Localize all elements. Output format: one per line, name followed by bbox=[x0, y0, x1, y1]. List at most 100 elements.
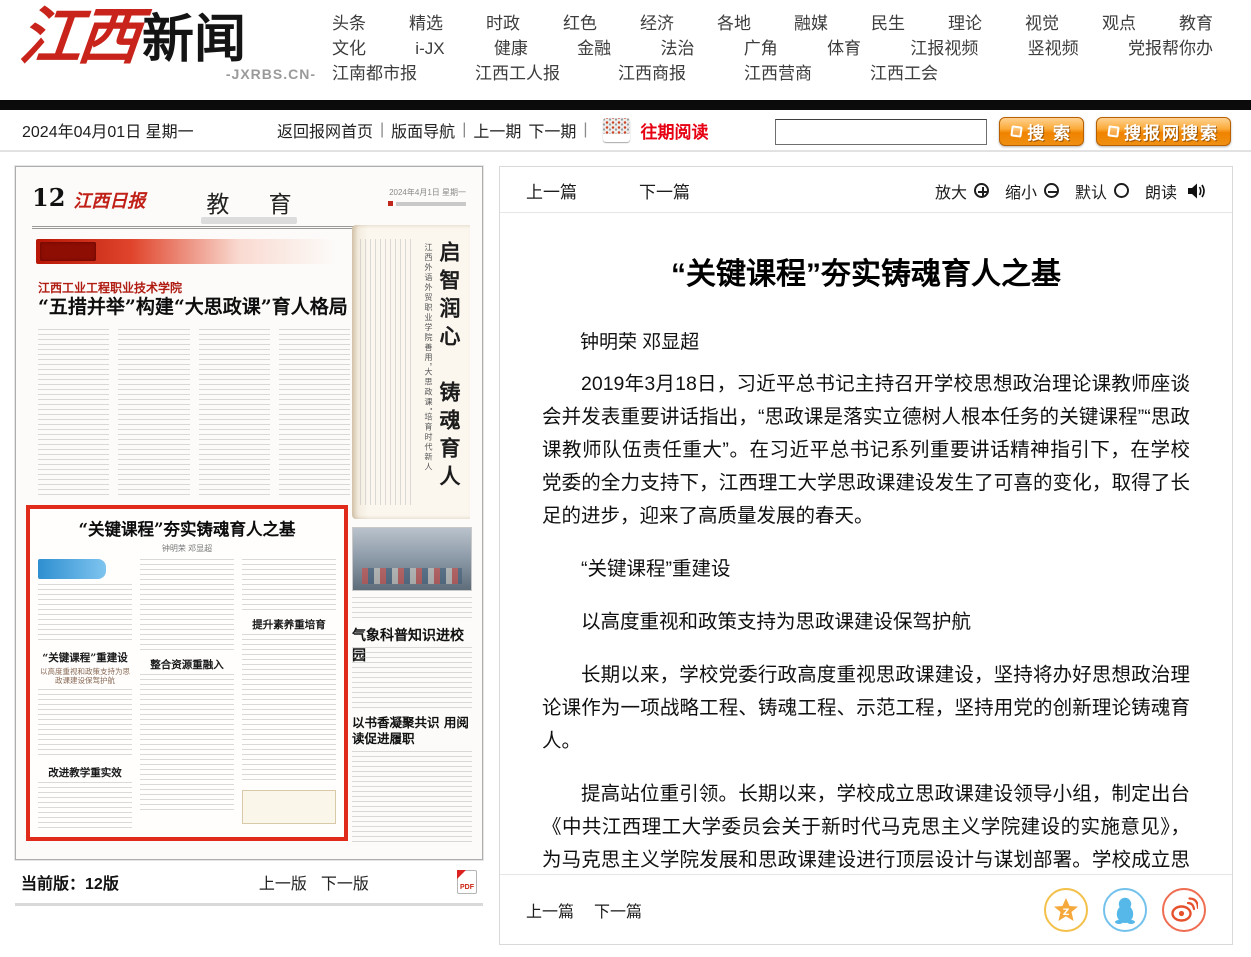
highlight-article-title: “关键课程”夯实铸魂育人之基 bbox=[38, 516, 336, 540]
mail-dot-icon bbox=[388, 201, 393, 206]
nav-item-jingxuan[interactable]: 精选 bbox=[409, 12, 443, 36]
paper-text-placeholder bbox=[352, 647, 472, 709]
paper-right-headline-2: 以书香凝聚共识 用阅读促进履职 bbox=[352, 715, 474, 747]
paper-text-placeholder bbox=[242, 559, 336, 611]
speaker-icon[interactable] bbox=[1187, 182, 1206, 200]
zoom-default-label: 默认 bbox=[1075, 179, 1107, 203]
nav-item-tiyu[interactable]: 体育 bbox=[827, 37, 861, 61]
paper-footer-bar: 当前版： 12版 上一版 下一版 PDF bbox=[15, 870, 483, 894]
article-paragraph-3: 以高度重视和政策支持为思政课建设保驾护航 bbox=[542, 606, 1190, 639]
layout-nav-link[interactable]: 版面导航 bbox=[391, 118, 455, 142]
site-header: 江西 新闻 -JXRBS.CN- 头条 精选 时政 红色 经济 各地 融媒 民生… bbox=[0, 0, 1251, 100]
search-button-label: 搜 索 bbox=[1027, 119, 1072, 144]
paper-date-text: 2024年4月1日 星期一 bbox=[388, 187, 466, 198]
zoom-default-icon[interactable] bbox=[1114, 183, 1129, 198]
nav-item-jiangxi-yingshang[interactable]: 江西营商 bbox=[744, 62, 812, 86]
reader-toolbar: 上一篇 下一篇 放大 缩小 默认 朗读 bbox=[500, 167, 1232, 213]
nav-item-wenhua[interactable]: 文化 bbox=[332, 37, 366, 61]
reader-footer: 上一篇 下一篇 Z bbox=[500, 874, 1232, 944]
zoom-out-icon[interactable] bbox=[1044, 183, 1059, 198]
nav-item-jiangxi-gongrenbao[interactable]: 江西工人报 bbox=[475, 62, 560, 86]
nav-item-jiangbao-video[interactable]: 江报视频 bbox=[910, 37, 978, 61]
nav-item-jiangxi-gonghui[interactable]: 江西工会 bbox=[870, 62, 938, 86]
current-page-label: 当前版： bbox=[21, 870, 85, 894]
nav-item-jiaoyu[interactable]: 教育 bbox=[1179, 12, 1213, 36]
highlight-col-2: 整合资源重融入 bbox=[140, 559, 234, 831]
nav-item-shizheng[interactable]: 时政 bbox=[486, 12, 520, 36]
paper-footer-divider bbox=[15, 903, 483, 906]
nav-item-hongse[interactable]: 红色 bbox=[563, 12, 597, 36]
prev-issue-link[interactable]: 上一期 bbox=[473, 118, 521, 142]
paper-dateline: 2024年4月1日 星期一 bbox=[388, 187, 466, 209]
pdf-download-icon[interactable]: PDF bbox=[457, 870, 477, 894]
issue-links: 返回报网首页 | 版面导航 | 上一期 下一期 | 往期阅读 bbox=[277, 118, 709, 143]
paper-page-number: 12 bbox=[32, 183, 65, 212]
share-qq-button[interactable] bbox=[1103, 888, 1147, 932]
nav-item-lilun[interactable]: 理论 bbox=[948, 12, 982, 36]
paper-red-banner bbox=[36, 239, 336, 264]
share-weibo-button[interactable] bbox=[1162, 888, 1206, 932]
archive-reading-link[interactable]: 往期阅读 bbox=[641, 118, 709, 143]
nav-item-gedi[interactable]: 各地 bbox=[717, 12, 751, 36]
nav-item-jinrong[interactable]: 金融 bbox=[577, 37, 611, 61]
header-divider-bar bbox=[0, 100, 1251, 110]
article-paragraph-2: “关键课程”重建设 bbox=[542, 553, 1190, 586]
newspaper-page-image[interactable]: 12 江西日报 教 育 2024年4月1日 星期一 江西工业工程职业技术学院 “… bbox=[15, 166, 483, 860]
highlighted-article-region[interactable]: “关键课程”夯实铸魂育人之基 钟明荣 邓显超 “关键课程”重建设 以高度重视和政… bbox=[26, 505, 348, 841]
nav-item-dangbao-help[interactable]: 党报帮你办 bbox=[1128, 37, 1213, 61]
issue-date: 2024年04月01日 星期一 bbox=[22, 118, 277, 142]
zoom-in-label: 放大 bbox=[935, 179, 967, 203]
site-logo[interactable]: 江西 新闻 -JXRBS.CN- bbox=[20, 2, 320, 82]
weibo-icon bbox=[1170, 897, 1198, 923]
paper-vertical-subtitle: 江西外语外贸职业学院善用“大思政课”培育时代新人 bbox=[423, 243, 434, 493]
nav-item-jiankang[interactable]: 健康 bbox=[494, 37, 528, 61]
site-search-button[interactable]: 搜报网搜索 bbox=[1096, 117, 1231, 146]
nav-item-shijue[interactable]: 视觉 bbox=[1025, 12, 1059, 36]
nav-item-jiangxi-shangbao[interactable]: 江西商报 bbox=[618, 62, 686, 86]
nav-item-minsheng[interactable]: 民生 bbox=[871, 12, 905, 36]
svg-text:Z: Z bbox=[1063, 908, 1070, 918]
paper-text-placeholder bbox=[118, 329, 189, 497]
highlight-subhead-2: 提升素养重培育 bbox=[242, 617, 336, 632]
mail-placeholder bbox=[396, 202, 466, 206]
nav-item-rongmei[interactable]: 融媒 bbox=[794, 12, 828, 36]
highlight-article-authors: 钟明荣 邓显超 bbox=[38, 543, 336, 554]
prev-article-link-top[interactable]: 上一篇 bbox=[526, 178, 577, 203]
next-article-link-bottom[interactable]: 下一篇 bbox=[594, 898, 642, 922]
zoom-in-icon[interactable] bbox=[974, 183, 989, 198]
paper-photo bbox=[352, 527, 472, 591]
separator: | bbox=[462, 121, 466, 139]
highlight-subhead-3: 整合资源重融入 bbox=[140, 657, 234, 672]
next-page-link[interactable]: 下一版 bbox=[321, 870, 369, 894]
nav-item-ijx[interactable]: i-JX bbox=[415, 37, 444, 61]
highlight-subhead-4: 改进教学重实效 bbox=[38, 765, 132, 780]
calendar-icon[interactable] bbox=[603, 118, 630, 142]
highlight-article-columns: “关键课程”重建设 以高度重视和政策支持为思政课建设保驾护航 改进教学重实效 整… bbox=[38, 559, 336, 831]
paper-vertical-text-placeholder bbox=[360, 239, 412, 505]
paper-text-placeholder bbox=[352, 751, 472, 843]
paper-masthead: 江西日报 bbox=[73, 187, 145, 213]
paper-section-title: 教 育 bbox=[190, 185, 307, 219]
share-qzone-button[interactable]: Z bbox=[1044, 888, 1088, 932]
nav-item-guandian[interactable]: 观点 bbox=[1102, 12, 1136, 36]
prev-article-link-bottom[interactable]: 上一篇 bbox=[526, 898, 574, 922]
logo-brand-red: 江西 bbox=[16, 2, 139, 72]
search-button[interactable]: 搜 索 bbox=[999, 117, 1084, 146]
paper-text-placeholder bbox=[38, 689, 132, 759]
nav-item-jiangnan-dushibao[interactable]: 江南都市报 bbox=[332, 62, 417, 86]
zoom-out-label: 缩小 bbox=[1005, 179, 1037, 203]
site-search-glyph-icon bbox=[1107, 125, 1119, 137]
nav-item-jingji[interactable]: 经济 bbox=[640, 12, 674, 36]
main-nav: 头条 精选 时政 红色 经济 各地 融媒 民生 理论 视觉 观点 教育 文化 i… bbox=[332, 12, 1213, 87]
search-input[interactable] bbox=[775, 119, 987, 145]
next-issue-link[interactable]: 下一期 bbox=[528, 118, 576, 142]
paper-article1-title: “五措并举”构建“大思政课”育人格局 bbox=[38, 295, 368, 319]
prev-page-link[interactable]: 上一版 bbox=[259, 870, 307, 894]
next-article-link-top[interactable]: 下一篇 bbox=[639, 178, 690, 203]
nav-item-toutiao[interactable]: 头条 bbox=[332, 12, 366, 36]
pdf-fold bbox=[457, 870, 466, 879]
nav-item-fazhi[interactable]: 法治 bbox=[660, 37, 694, 61]
back-to-site-link[interactable]: 返回报网首页 bbox=[277, 118, 373, 142]
nav-item-shu-video[interactable]: 竖视频 bbox=[1028, 37, 1079, 61]
nav-item-guangjiao[interactable]: 广角 bbox=[744, 37, 778, 61]
